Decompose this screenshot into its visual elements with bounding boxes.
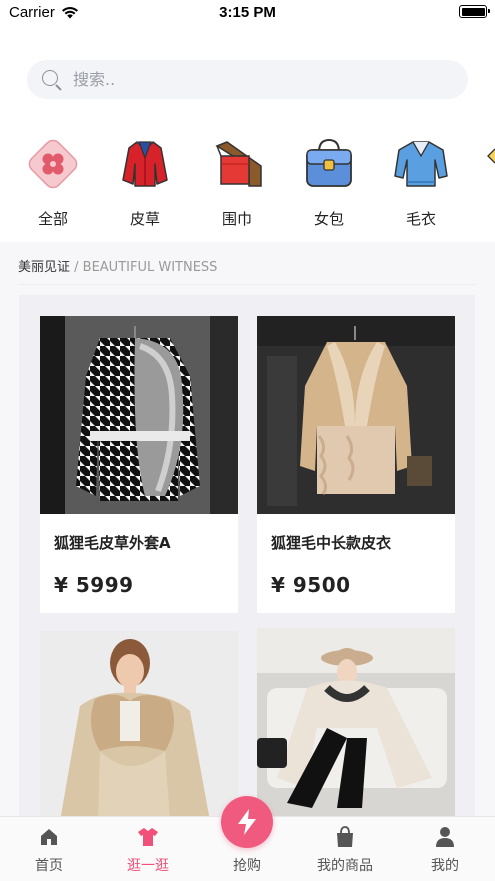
tab-label: 我的商品 [317, 858, 373, 874]
shirt-icon [108, 825, 188, 849]
sweater-icon [393, 136, 449, 192]
product-image [257, 628, 455, 821]
product-image [40, 316, 238, 514]
search-box[interactable] [27, 60, 468, 99]
product-card[interactable]: 狐狸毛皮草外套A ¥ 5999 [40, 316, 238, 613]
tab-label: 首页 [35, 858, 63, 874]
section-title: 美丽见证 / BEAUTIFUL WITNESS [18, 256, 217, 275]
flash-sale-button[interactable] [221, 796, 273, 848]
category-scarf[interactable]: 围巾 [202, 136, 272, 229]
clock: 3:15 PM [219, 4, 276, 21]
category-all[interactable]: 全部 [18, 136, 88, 229]
product-card[interactable] [40, 631, 238, 821]
category-label: 全部 [37, 210, 68, 228]
home-icon [9, 825, 89, 849]
tab-flash-sale[interactable]: 抢购 [207, 855, 287, 875]
flower-icon [25, 136, 81, 192]
product-image [257, 316, 455, 514]
category-handbag[interactable]: 女包 [294, 136, 364, 229]
lightning-icon [238, 809, 256, 835]
product-price: ¥ 9500 [271, 573, 351, 597]
search-icon [41, 69, 63, 91]
divider [18, 284, 475, 285]
product-name: 狐狸毛皮草外套A [54, 534, 171, 552]
tab-me[interactable]: 我的 [405, 825, 485, 875]
tab-label: 抢购 [233, 858, 261, 874]
handbag-icon [301, 136, 357, 192]
section-title-main: 美丽见证 [18, 260, 71, 275]
category-fur[interactable]: 皮草 [110, 136, 180, 229]
section-title-sub: / BEAUTIFUL WITNESS [70, 260, 218, 275]
category-label: 毛衣 [405, 210, 436, 228]
tab-label: 逛一逛 [127, 858, 169, 874]
product-card[interactable] [257, 628, 455, 821]
search-bar [0, 44, 495, 114]
category-label: 皮草 [129, 210, 160, 228]
tab-label: 我的 [431, 858, 459, 874]
tab-home[interactable]: 首页 [9, 825, 89, 875]
product-image [40, 631, 238, 821]
search-input[interactable] [73, 70, 433, 89]
category-sweater[interactable]: 毛衣 [386, 136, 456, 229]
tab-my-products[interactable]: 我的商品 [305, 825, 385, 875]
product-card[interactable]: 狐狸毛中长款皮衣 ¥ 9500 [257, 316, 455, 613]
fur-coat-icon [117, 136, 173, 192]
battery-icon [459, 5, 490, 18]
category-row: 全部 皮草 围巾 女包 毛衣 [0, 114, 495, 242]
bag-icon [305, 825, 385, 849]
product-price: ¥ 5999 [54, 573, 134, 597]
status-bar: Carrier 3:15 PM [0, 0, 495, 26]
category-label: 围巾 [221, 210, 252, 228]
user-icon [405, 825, 485, 849]
product-name: 狐狸毛中长款皮衣 [271, 534, 392, 552]
tab-browse[interactable]: 逛一逛 [108, 825, 188, 875]
more-category-icon[interactable] [486, 146, 495, 170]
category-label: 女包 [313, 210, 344, 228]
scarf-icon [209, 136, 265, 192]
